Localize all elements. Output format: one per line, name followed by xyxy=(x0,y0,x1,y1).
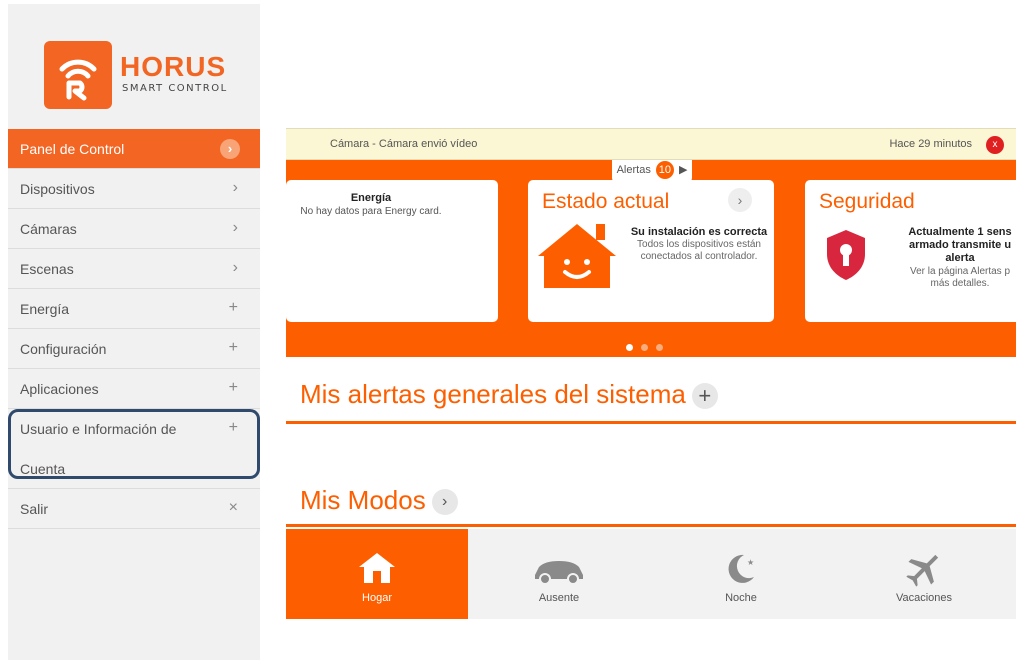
chevron-right-icon: › xyxy=(232,179,238,196)
sidebar: HORUS SMART CONTROL Panel de Control › D… xyxy=(8,4,260,660)
security-line-4: Ver la página Alertas p xyxy=(909,266,1011,277)
carousel-pagination[interactable] xyxy=(626,338,686,356)
add-alert-button[interactable]: + xyxy=(691,383,718,410)
moon-icon: ★ xyxy=(728,554,754,583)
sidebar-item-panel-de-control[interactable]: Panel de Control › xyxy=(8,129,260,169)
sidebar-item-label: Panel de Control xyxy=(20,141,125,157)
energy-card[interactable]: Energía No hay datos para Energy card. xyxy=(286,180,498,322)
security-line-3: alerta xyxy=(945,252,975,264)
section-divider xyxy=(286,421,1016,424)
sidebar-item-label: Dispositivos xyxy=(20,181,95,197)
house-icon xyxy=(359,553,395,583)
sidebar-item-aplicaciones[interactable]: Aplicaciones + xyxy=(8,369,260,409)
sidebar-item-dispositivos[interactable]: Dispositivos › xyxy=(8,169,260,209)
shield-lock-icon xyxy=(827,230,865,280)
chevron-right-icon: › xyxy=(232,259,238,276)
sidebar-item-energia[interactable]: Energía + xyxy=(8,289,260,329)
mode-label: Ausente xyxy=(538,592,580,604)
modes-title: Mis Modos xyxy=(300,485,426,515)
modes-bar: Hogar Ausente ★ Noche Vacaciones xyxy=(286,529,1016,619)
chevron-right-icon: › xyxy=(232,219,238,236)
plane-icon xyxy=(906,554,939,587)
svg-text:★: ★ xyxy=(747,558,754,567)
notification-message: Cámara - Cámara envió vídeo xyxy=(330,138,478,150)
sidebar-item-label: Aplicaciones xyxy=(20,381,99,397)
highlight-annotation xyxy=(8,409,260,479)
status-line-1: Todos los dispositivos están xyxy=(637,239,761,250)
plus-icon: + xyxy=(228,339,238,356)
sidebar-item-salir[interactable]: Salir × xyxy=(8,489,260,529)
chevron-right-icon: › xyxy=(220,139,240,159)
modes-more-button[interactable]: › xyxy=(431,489,458,516)
dashboard-carousel: Alertas 10 ▶ Energía No hay datos para E… xyxy=(286,160,1016,357)
security-line-5: más detalles. xyxy=(930,278,990,289)
mode-label: Vacaciones xyxy=(895,592,953,604)
sidebar-item-label: Escenas xyxy=(20,261,74,277)
sidebar-item-escenas[interactable]: Escenas › xyxy=(8,249,260,289)
play-icon: ▶ xyxy=(678,164,688,176)
mode-noche[interactable]: ★ Noche xyxy=(650,529,832,619)
mode-hogar[interactable]: Hogar xyxy=(286,529,468,619)
plus-icon: + xyxy=(228,299,238,316)
alerts-tab-label: Alertas xyxy=(616,164,651,176)
security-line-1: Actualmente 1 sens xyxy=(908,226,1012,238)
alerts-tab[interactable]: Alertas 10 ▶ xyxy=(612,160,692,182)
mode-label: Hogar xyxy=(362,592,392,604)
status-card[interactable]: Estado actual › Su instalación es correc… xyxy=(528,180,774,322)
sidebar-item-configuracion[interactable]: Configuración + xyxy=(8,329,260,369)
carousel-dot[interactable] xyxy=(626,344,633,351)
sidebar-item-label: Cámaras xyxy=(20,221,77,237)
status-headline: Su instalación es correcta xyxy=(630,226,768,238)
car-icon xyxy=(535,561,583,585)
energy-card-text: No hay datos para Energy card. xyxy=(300,206,442,217)
mode-vacaciones[interactable]: Vacaciones xyxy=(832,529,1016,619)
status-line-2: conectados al controlador. xyxy=(640,251,758,262)
plus-icon: + xyxy=(228,379,238,396)
brand-subtitle: SMART CONTROL xyxy=(122,83,228,94)
chevron-right-icon[interactable]: › xyxy=(728,188,752,212)
carousel-dot[interactable] xyxy=(641,344,648,351)
horus-logo-icon xyxy=(44,41,112,109)
alerts-count-badge: 10 xyxy=(655,161,674,179)
status-card-title: Estado actual xyxy=(542,190,670,213)
system-alerts-title: Mis alertas generales del sistema xyxy=(300,379,686,409)
notification-time: Hace 29 minutos xyxy=(889,138,972,150)
house-smile-icon xyxy=(538,224,616,288)
notification-bar[interactable]: Cámara - Cámara envió vídeo Hace 29 minu… xyxy=(286,128,1016,160)
sidebar-item-camaras[interactable]: Cámaras › xyxy=(8,209,260,249)
dismiss-notification-button[interactable]: x xyxy=(986,136,1004,154)
brand-name: HORUS xyxy=(120,51,227,82)
section-divider xyxy=(286,524,1016,527)
mode-ausente[interactable]: Ausente xyxy=(468,529,650,619)
carousel-dot[interactable] xyxy=(656,344,663,351)
security-line-2: armado transmite u xyxy=(908,239,1012,251)
security-card[interactable]: Seguridad Actualmente 1 sens armado tran… xyxy=(805,180,1016,322)
sidebar-item-label: Configuración xyxy=(20,341,107,357)
system-alerts-heading: Mis alertas generales del sistema + xyxy=(300,379,718,410)
mode-label: Noche xyxy=(725,592,757,604)
sidebar-item-label: Energía xyxy=(20,301,70,317)
logo: HORUS SMART CONTROL xyxy=(44,41,244,111)
close-icon: × xyxy=(228,499,238,516)
sidebar-item-label: Salir xyxy=(20,501,49,517)
security-card-title: Seguridad xyxy=(819,190,915,213)
energy-card-title: Energía xyxy=(350,192,392,204)
modes-heading: Mis Modos › xyxy=(300,485,458,516)
